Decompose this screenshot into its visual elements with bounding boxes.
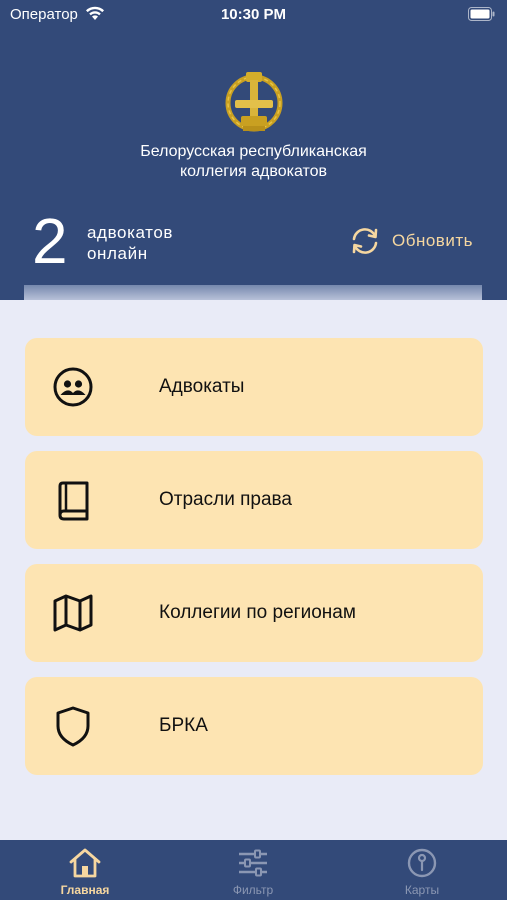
tab-label: Фильтр — [232, 883, 274, 897]
menu-item-brka[interactable]: БРКА — [25, 677, 483, 775]
tab-filter[interactable]: Фильтр — [193, 840, 313, 900]
online-label: адвокатов онлайн — [87, 222, 173, 264]
menu-item-label: Адвокаты — [159, 376, 245, 397]
refresh-button[interactable]: Обновить — [348, 225, 473, 257]
menu-item-lawyers[interactable]: Адвокаты — [25, 338, 483, 436]
online-count: 2 — [32, 205, 68, 277]
shield-icon — [56, 706, 90, 747]
people-icon — [53, 367, 93, 407]
refresh-label: Обновить — [392, 231, 473, 250]
organization-title: Белорусская республиканская коллегия адв… — [0, 142, 507, 182]
bar-association-emblem-icon — [225, 72, 283, 132]
menu-item-label: Коллегии по регионам — [159, 602, 356, 623]
header: Оператор 10:30 PM Белорусская республика… — [0, 0, 507, 300]
main-menu: Адвокаты Отрасли права Коллегии по регио… — [25, 338, 483, 790]
tab-maps[interactable]: Карты — [362, 840, 482, 900]
battery-icon — [468, 7, 495, 21]
refresh-icon — [352, 228, 378, 254]
status-time: 10:30 PM — [220, 6, 287, 23]
menu-item-label: БРКА — [159, 715, 208, 736]
book-icon — [58, 481, 89, 521]
menu-item-label: Отрасли права — [159, 489, 292, 510]
tab-label: Карты — [404, 883, 440, 897]
tab-bar: Главная Фильтр Карты — [0, 840, 507, 900]
menu-item-regional-colleges[interactable]: Коллегии по регионам — [25, 564, 483, 662]
tab-home[interactable]: Главная — [25, 840, 145, 900]
online-label-line2: онлайн — [87, 244, 148, 263]
map-pin-icon — [407, 848, 437, 878]
tab-label: Главная — [60, 883, 110, 897]
header-shadow — [24, 285, 482, 300]
home-icon — [69, 848, 101, 878]
status-bar: Оператор 10:30 PM — [0, 0, 507, 30]
online-label-line1: адвокатов — [87, 223, 174, 242]
filter-icon — [239, 849, 267, 877]
organization-title-line2: коллегия адвокатов — [179, 163, 328, 180]
map-icon — [53, 594, 93, 632]
menu-item-law-branches[interactable]: Отрасли права — [25, 451, 483, 549]
organization-title-line1: Белорусская республиканская — [140, 143, 367, 160]
